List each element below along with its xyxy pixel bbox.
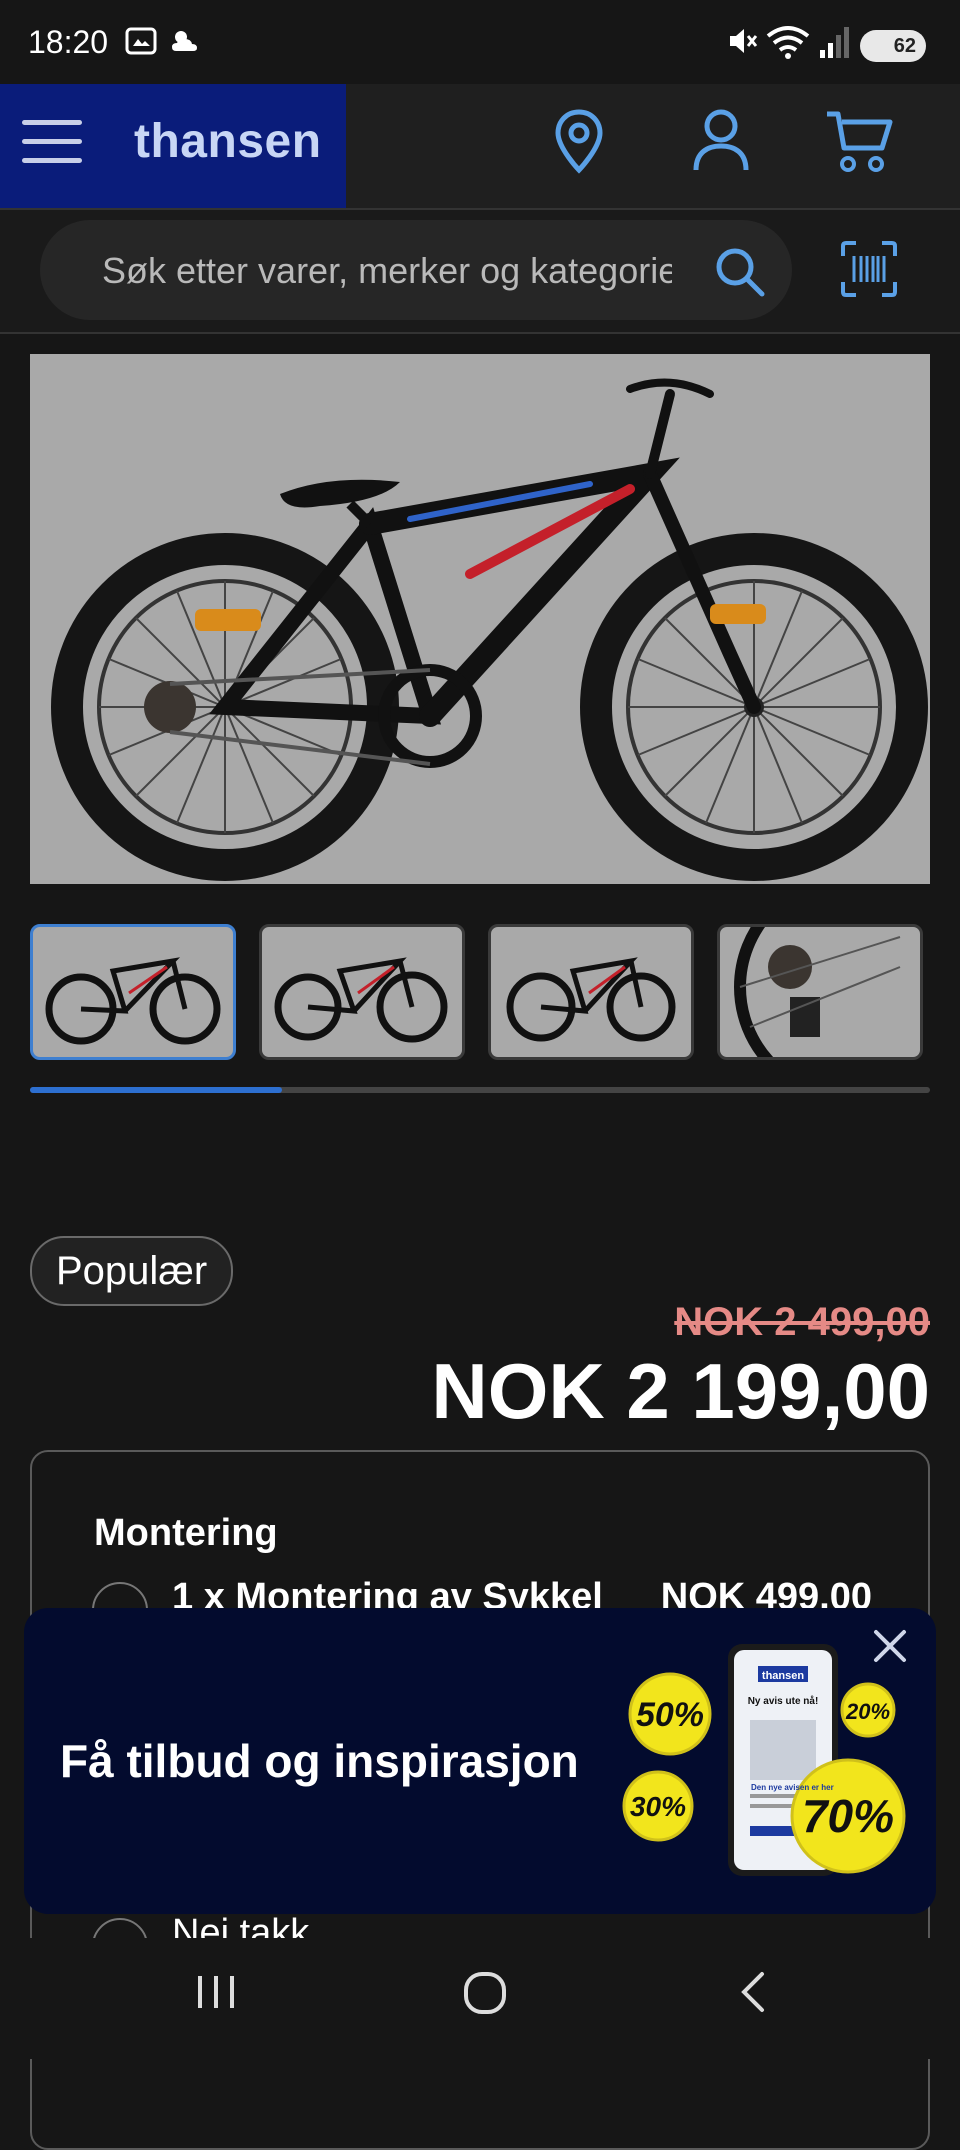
battery-indicator: 62 [860, 30, 926, 62]
account-icon[interactable] [692, 108, 750, 174]
barcode-scanner-icon[interactable] [840, 240, 898, 298]
old-price: NOK 2 499,00 [674, 1300, 930, 1344]
status-bar: 18:20 62 [0, 0, 960, 84]
discount-20: 20% [845, 1699, 890, 1724]
system-nav-bar [0, 1938, 960, 2059]
frame [209, 378, 761, 727]
brand-block: thansen [0, 84, 346, 208]
discount-30: 30% [630, 1791, 686, 1822]
thumbnail-4[interactable] [717, 924, 923, 1060]
gallery-progress-bar [30, 1087, 930, 1093]
gallery-progress-fill [30, 1087, 282, 1093]
home-icon[interactable] [462, 1970, 508, 2016]
promo-text: Få tilbud og inspirasjon [60, 1735, 579, 1787]
discount-50: 50% [636, 1696, 704, 1734]
status-time: 18:20 [28, 24, 109, 60]
thumbnail-1[interactable] [30, 924, 236, 1060]
rear-reflector [195, 609, 261, 631]
thumbnail-strip [30, 924, 930, 1064]
weather-icon [172, 31, 197, 51]
popular-badge: Populær [30, 1236, 234, 1306]
search-icon[interactable] [714, 246, 766, 298]
bicycle-illustration [51, 378, 928, 881]
promo-phone-brand: thansen [762, 1670, 804, 1682]
recent-apps-icon[interactable] [194, 1970, 238, 2014]
site-header: thansen [0, 84, 960, 210]
cart-icon[interactable] [824, 108, 894, 174]
promo-illustration: 50% 20% 30% 70% thansen Ny avis ute nå! … [620, 1644, 920, 1884]
location-pin-icon[interactable] [552, 108, 606, 176]
promo-banner[interactable]: Få tilbud og inspirasjon 50% 20% 30% 70%… [24, 1608, 936, 1914]
search-row [0, 210, 960, 334]
back-icon[interactable] [734, 1970, 774, 2014]
thumbnail-2[interactable] [259, 924, 465, 1060]
promo-phone-headline: Ny avis ute nå! [748, 1695, 819, 1707]
wifi-icon [766, 26, 810, 59]
montage-title: Montering [94, 1512, 278, 1554]
discount-70: 70% [802, 1790, 894, 1842]
product-main-image[interactable] [30, 354, 930, 884]
thumbnail-3[interactable] [488, 924, 694, 1060]
screenshot-icon [125, 27, 157, 55]
logo[interactable]: thansen [134, 114, 322, 169]
menu-icon[interactable] [22, 120, 88, 172]
promo-phone-subline: Den nye avisen er her [751, 1783, 834, 1792]
search-input[interactable] [102, 250, 672, 292]
mute-icon [730, 29, 758, 53]
search-box[interactable] [40, 220, 792, 320]
front-reflector [710, 604, 766, 624]
signal-icon [820, 27, 849, 58]
current-price: NOK 2 199,00 [431, 1347, 930, 1435]
